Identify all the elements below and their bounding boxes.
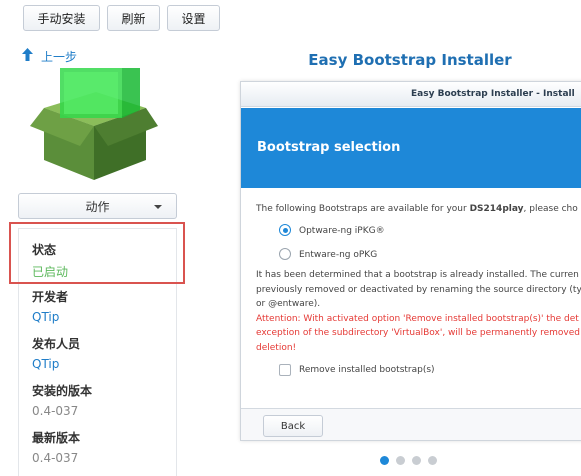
publisher-link[interactable]: QTip — [32, 357, 80, 371]
radio-entware-label: Entware-ng oPKG — [299, 250, 378, 260]
remove-bootstrap-checkbox[interactable] — [279, 364, 291, 376]
page-dot-4[interactable] — [428, 456, 437, 465]
intro-text: The following Bootstraps are available f… — [256, 202, 578, 217]
settings-button[interactable]: 设置 — [167, 5, 220, 31]
radio-optware[interactable] — [279, 224, 291, 236]
dialog-title: Easy Bootstrap Installer - Install — [241, 82, 581, 107]
banner: Bootstrap selection — [241, 108, 581, 188]
note-line-2: previously removed or deactivated by ren… — [256, 284, 581, 295]
back-link-label: 上一步 — [41, 50, 78, 64]
manual-install-button[interactable]: 手动安装 — [23, 5, 100, 31]
pagination-dots — [380, 456, 437, 465]
note-line-1: It has been determined that a bootstrap … — [256, 270, 579, 280]
dialog-footer: Back — [241, 408, 581, 440]
page-dot-3[interactable] — [412, 456, 421, 465]
back-link[interactable]: 上一步 — [22, 48, 77, 65]
installed-version-value: 0.4-037 — [32, 404, 79, 418]
action-dropdown[interactable]: 动作 — [18, 193, 177, 219]
package-icon — [30, 60, 160, 187]
radio-entware[interactable] — [279, 248, 291, 260]
installed-version-label: 安装的版本 — [32, 384, 93, 398]
device-name: DS214play — [469, 204, 524, 214]
arrow-up-icon — [22, 48, 33, 65]
warning-line-1: Attention: With activated option 'Remove… — [256, 313, 579, 324]
chevron-down-icon — [154, 205, 162, 209]
note-line-3: or @entware). — [256, 299, 321, 309]
latest-version-item: 最新版本 0.4-037 — [32, 429, 80, 465]
refresh-button[interactable]: 刷新 — [107, 5, 160, 31]
page-dot-1[interactable] — [380, 456, 389, 465]
intro-prefix: The following Bootstraps are available f… — [256, 204, 470, 214]
back-button[interactable]: Back — [263, 415, 323, 437]
latest-version-value: 0.4-037 — [32, 451, 79, 465]
latest-version-label: 最新版本 — [32, 431, 81, 445]
publisher-label: 发布人员 — [32, 337, 81, 351]
developer-item: 开发者 QTip — [32, 288, 68, 324]
warning-line-3: deletion! — [256, 342, 297, 353]
publisher-item: 发布人员 QTip — [32, 335, 80, 371]
intro-suffix: , please cho — [523, 204, 578, 214]
installed-version-item: 安装的版本 0.4-037 — [32, 382, 92, 418]
page-title: Easy Bootstrap Installer — [308, 51, 512, 69]
radio-optware-label: Optware-ng iPKG® — [299, 226, 385, 236]
developer-link[interactable]: QTip — [32, 310, 68, 324]
remove-bootstrap-label: Remove installed bootstrap(s) — [299, 365, 435, 375]
warning-line-2: exception of the subdirectory 'VirtualBo… — [256, 328, 581, 338]
banner-title: Bootstrap selection — [257, 140, 401, 155]
action-dropdown-label: 动作 — [85, 199, 110, 214]
status-highlight-box — [9, 222, 185, 284]
developer-label: 开发者 — [32, 290, 69, 304]
installer-dialog: Easy Bootstrap Installer - Install Boots… — [240, 81, 581, 441]
page-dot-2[interactable] — [396, 456, 405, 465]
